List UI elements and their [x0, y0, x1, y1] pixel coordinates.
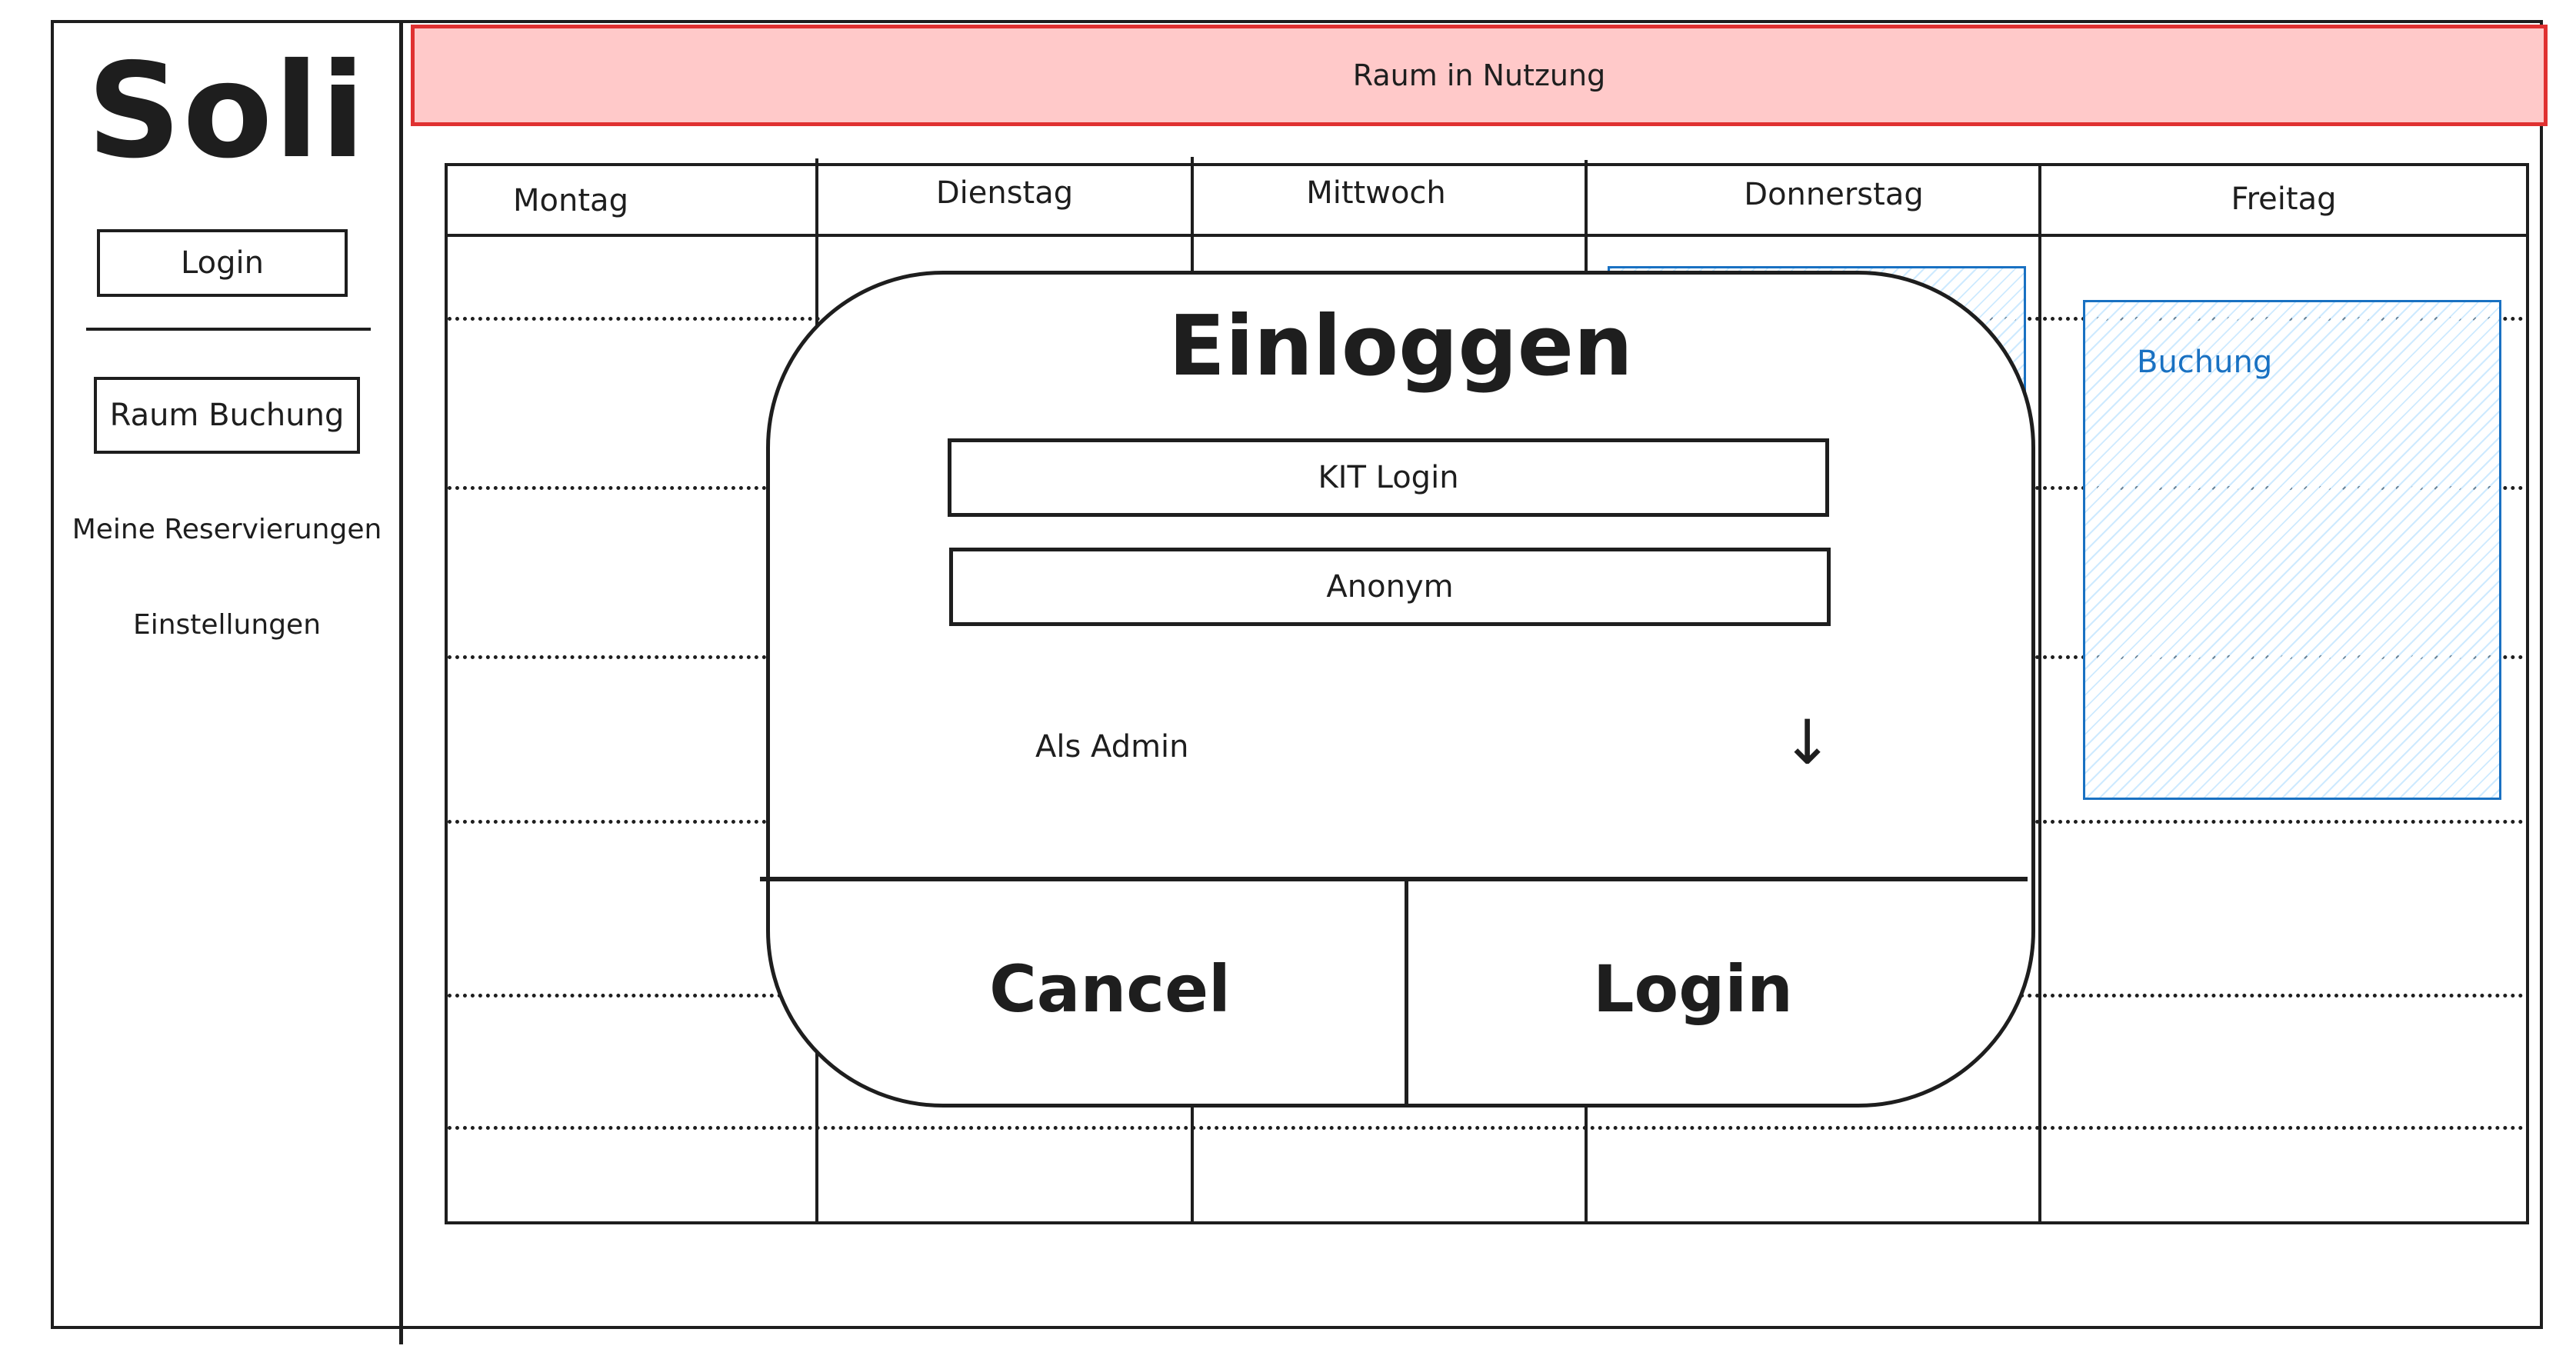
sidebar-item-my-reservations[interactable]: Meine Reservierungen: [51, 514, 403, 545]
kit-login-option[interactable]: KIT Login: [948, 438, 1829, 517]
sidebar-divider: [86, 328, 371, 331]
column-divider: [2038, 163, 2041, 1224]
login-button[interactable]: Login: [1408, 881, 1978, 1097]
admin-label: Als Admin: [1035, 729, 1189, 764]
sidebar-login-button[interactable]: Login: [97, 229, 348, 297]
sidebar-item-settings[interactable]: Einstellungen: [51, 609, 403, 641]
app-logo: Soli: [87, 35, 367, 188]
room-status-text: Raum in Nutzung: [1352, 58, 1606, 92]
cancel-button[interactable]: Cancel: [815, 881, 1405, 1097]
day-header-wednesday: Mittwoch: [1306, 175, 1446, 211]
anonymous-option[interactable]: Anonym: [949, 548, 1831, 626]
admin-dropdown-arrow-icon[interactable]: ↓: [1781, 712, 1833, 774]
room-status-banner: Raum in Nutzung: [411, 25, 2548, 126]
calendar-header-divider: [445, 234, 2529, 237]
dialog-title: Einloggen: [1168, 298, 1633, 395]
day-header-friday: Freitag: [2231, 182, 2337, 217]
sidebar: [51, 20, 403, 1344]
sidebar-room-booking-button[interactable]: Raum Buchung: [94, 377, 360, 454]
time-row-divider: [448, 1126, 2524, 1130]
day-header-monday: Montag: [513, 183, 628, 218]
day-header-thursday: Donnerstag: [1744, 177, 1924, 212]
day-header-tuesday: Dienstag: [935, 175, 1074, 211]
page: Soli Login Raum Buchung Meine Reservieru…: [0, 0, 2576, 1369]
booking-label: Buchung: [2137, 345, 2273, 380]
